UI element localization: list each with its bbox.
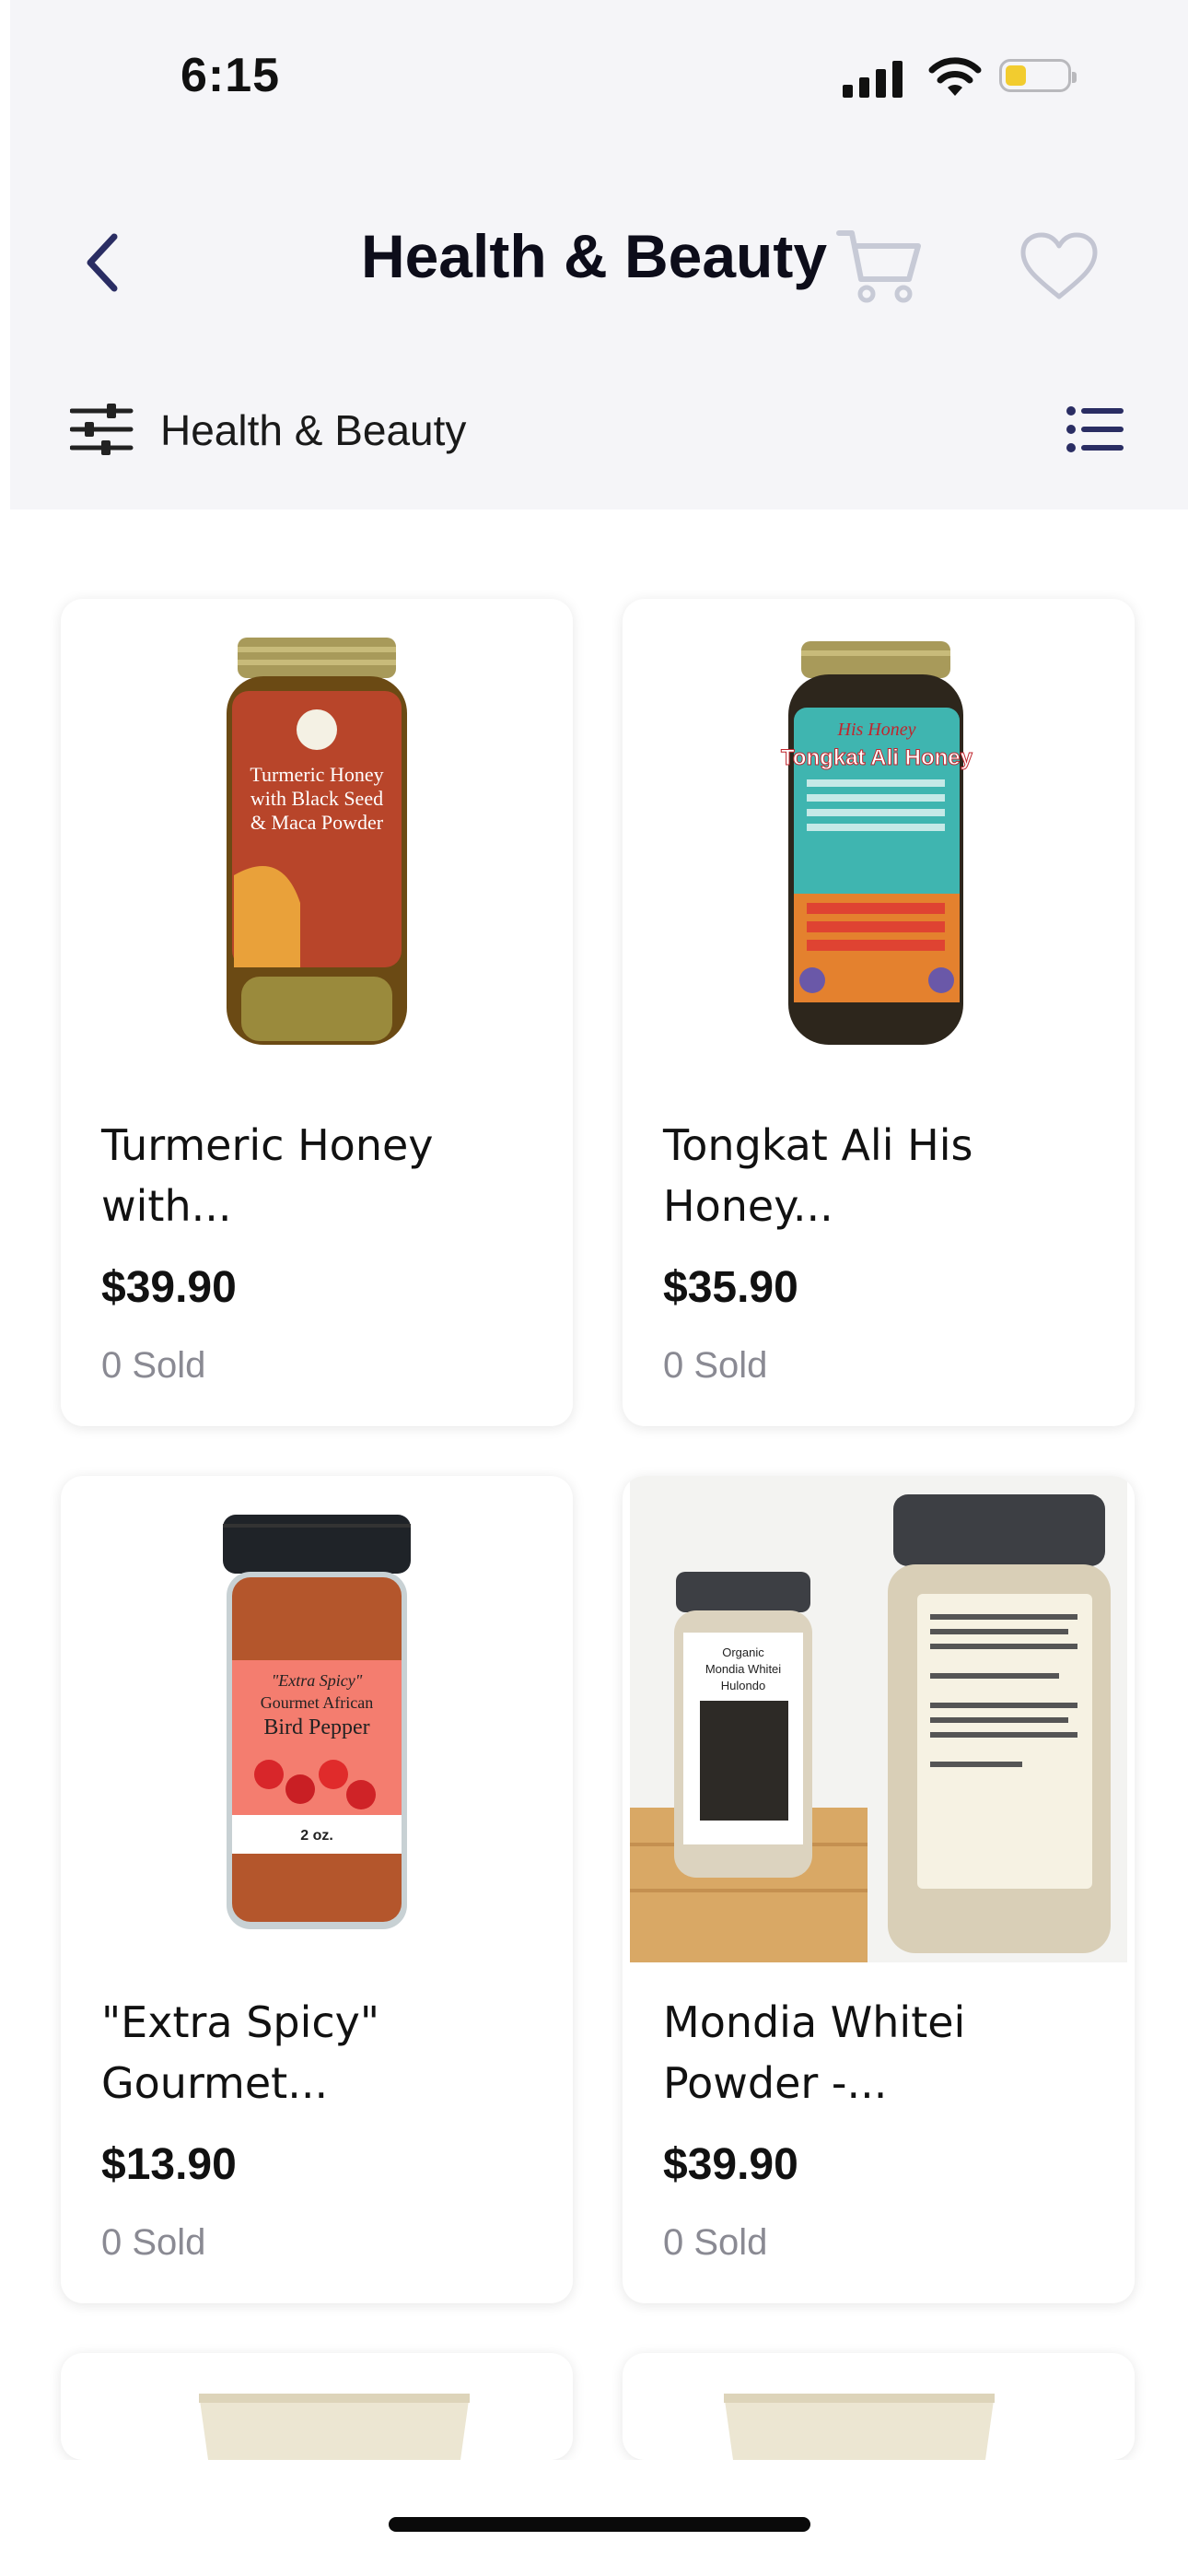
product-price: $39.90 xyxy=(663,2140,798,2189)
product-sold-count: 0 Sold xyxy=(663,2222,768,2263)
product-sold-count: 0 Sold xyxy=(101,2222,206,2263)
product-image xyxy=(199,2394,470,2460)
product-card[interactable]: Turmeric Honey with Black Seed & Maca Po… xyxy=(61,599,573,1426)
svg-text:Hulondo: Hulondo xyxy=(721,1679,765,1692)
product-name: Tongkat Ali His Honey... xyxy=(663,1120,973,1231)
status-time: 6:15 xyxy=(181,49,281,102)
cart-icon xyxy=(836,230,921,303)
list-view-button[interactable] xyxy=(1066,405,1124,458)
product-image: "Extra Spicy" Gourmet African Bird Peppe… xyxy=(223,1515,411,1929)
favorite-button[interactable] xyxy=(1018,230,1101,304)
svg-text:Mondia Whitei: Mondia Whitei xyxy=(705,1662,781,1676)
svg-text:Gourmet African: Gourmet African xyxy=(261,1693,373,1712)
filter-label: Health & Beauty xyxy=(160,406,467,454)
svg-text:His Honey: His Honey xyxy=(837,720,916,740)
product-name: "Extra Spicy" Gourmet... xyxy=(101,1997,380,2108)
product-sold-count: 0 Sold xyxy=(663,1345,768,1386)
svg-text:Organic: Organic xyxy=(722,1645,764,1659)
svg-text:Turmeric Honey: Turmeric Honey xyxy=(250,763,383,786)
cart-button[interactable] xyxy=(833,226,926,309)
product-price: $35.90 xyxy=(663,1263,798,1312)
product-price: $13.90 xyxy=(101,2140,237,2189)
battery-icon xyxy=(999,59,1077,92)
sliders-icon xyxy=(70,404,134,455)
product-card[interactable]: "Extra Spicy" Gourmet African Bird Peppe… xyxy=(61,1476,573,2303)
list-view-icon xyxy=(1066,406,1124,452)
svg-text:Bird Pepper: Bird Pepper xyxy=(263,1715,369,1739)
wifi-icon xyxy=(928,57,982,96)
home-indicator[interactable] xyxy=(389,2517,810,2532)
product-image: Turmeric Honey with Black Seed & Maca Po… xyxy=(227,638,407,1045)
product-card[interactable]: Organic Mondia Whitei Hulondo Mondia Whi… xyxy=(623,1476,1135,2303)
product-image xyxy=(724,2394,995,2460)
svg-text:2 oz.: 2 oz. xyxy=(300,1828,333,1844)
product-card[interactable] xyxy=(61,2353,573,2460)
product-name: Mondia Whitei Powder -... xyxy=(663,1997,966,2108)
product-price: $39.90 xyxy=(101,1263,237,1312)
heart-icon xyxy=(1020,232,1098,299)
product-card[interactable]: His Honey Tongkat Ali Honey Tongkat Ali … xyxy=(623,599,1135,1426)
product-sold-count: 0 Sold xyxy=(101,1345,206,1386)
product-name: Turmeric Honey with... xyxy=(101,1120,434,1231)
page-title: Health & Beauty xyxy=(360,222,828,290)
svg-text:"Extra Spicy": "Extra Spicy" xyxy=(272,1671,363,1690)
signal-icon xyxy=(843,61,903,98)
svg-text:Tongkat Ali Honey: Tongkat Ali Honey xyxy=(781,745,973,770)
product-image: His Honey Tongkat Ali Honey xyxy=(780,641,973,1045)
svg-text:with Black Seed: with Black Seed xyxy=(250,787,383,810)
product-card[interactable] xyxy=(623,2353,1135,2460)
product-image: Organic Mondia Whitei Hulondo xyxy=(630,1476,1127,1962)
svg-text:& Maca Powder: & Maca Powder xyxy=(250,811,384,834)
